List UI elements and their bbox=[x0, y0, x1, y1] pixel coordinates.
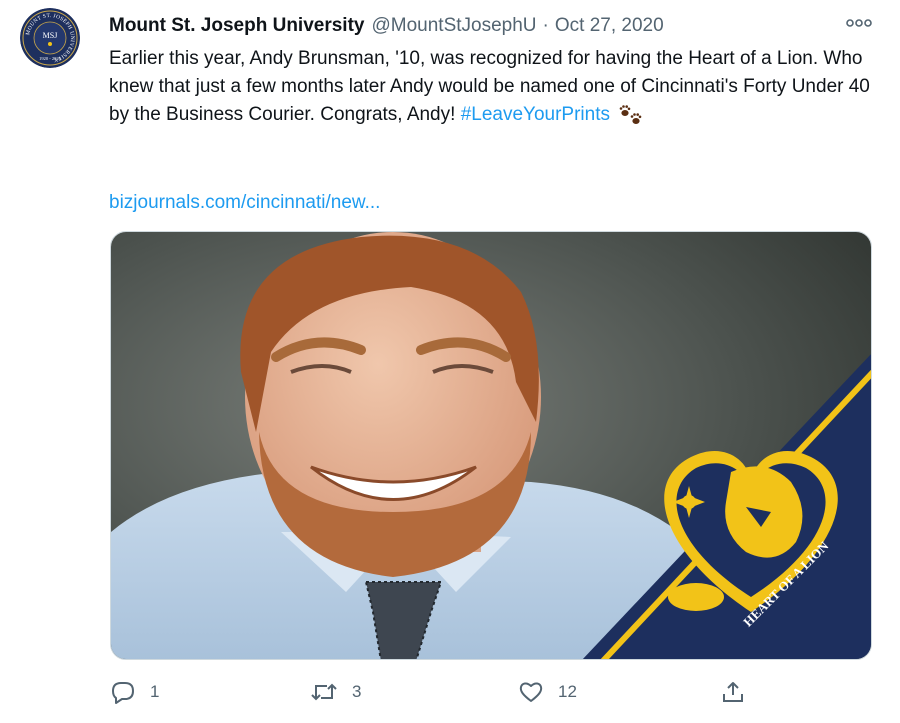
more-icon[interactable] bbox=[846, 16, 872, 30]
avatar[interactable]: MOUNT ST. JOSEPH UNIVERSITY MSJ 1920 - 2… bbox=[20, 8, 80, 68]
author-name[interactable]: Mount St. Joseph University bbox=[109, 15, 364, 37]
tweet-card[interactable]: MOUNT ST. JOSEPH UNIVERSITY MSJ 1920 - 2… bbox=[0, 0, 900, 723]
avatar-years: 1920 - 2020 bbox=[39, 56, 61, 61]
reply-icon bbox=[110, 680, 136, 704]
tweet-text: Earlier this year, Andy Brunsman, '10, w… bbox=[109, 45, 879, 135]
like-count: 12 bbox=[558, 682, 577, 701]
article-link[interactable]: bizjournals.com/cincinnati/new... bbox=[109, 189, 380, 217]
author-handle[interactable]: @MountStJosephU bbox=[371, 15, 536, 37]
header-separator: · bbox=[542, 15, 549, 36]
retweet-icon bbox=[310, 680, 338, 704]
share-icon bbox=[720, 680, 746, 704]
retweet-button[interactable]: 3 bbox=[310, 677, 361, 707]
tweet-image[interactable]: HEART OF A LION bbox=[110, 231, 872, 660]
hashtag-link[interactable]: #LeaveYourPrints bbox=[461, 104, 610, 125]
reply-button[interactable]: 1 bbox=[110, 677, 159, 707]
share-button[interactable] bbox=[720, 677, 746, 707]
reply-count: 1 bbox=[150, 682, 160, 701]
like-button[interactable]: 12 bbox=[518, 677, 577, 707]
action-bar: 1 3 12 bbox=[110, 677, 760, 707]
avatar-monogram: MSJ bbox=[43, 31, 58, 40]
retweet-count: 3 bbox=[352, 682, 362, 701]
tweet-timestamp[interactable]: Oct 27, 2020 bbox=[555, 15, 664, 37]
paw-prints-icon bbox=[618, 102, 644, 135]
tweet-header: Mount St. Joseph University @MountStJose… bbox=[109, 11, 664, 41]
heart-icon bbox=[518, 680, 544, 704]
